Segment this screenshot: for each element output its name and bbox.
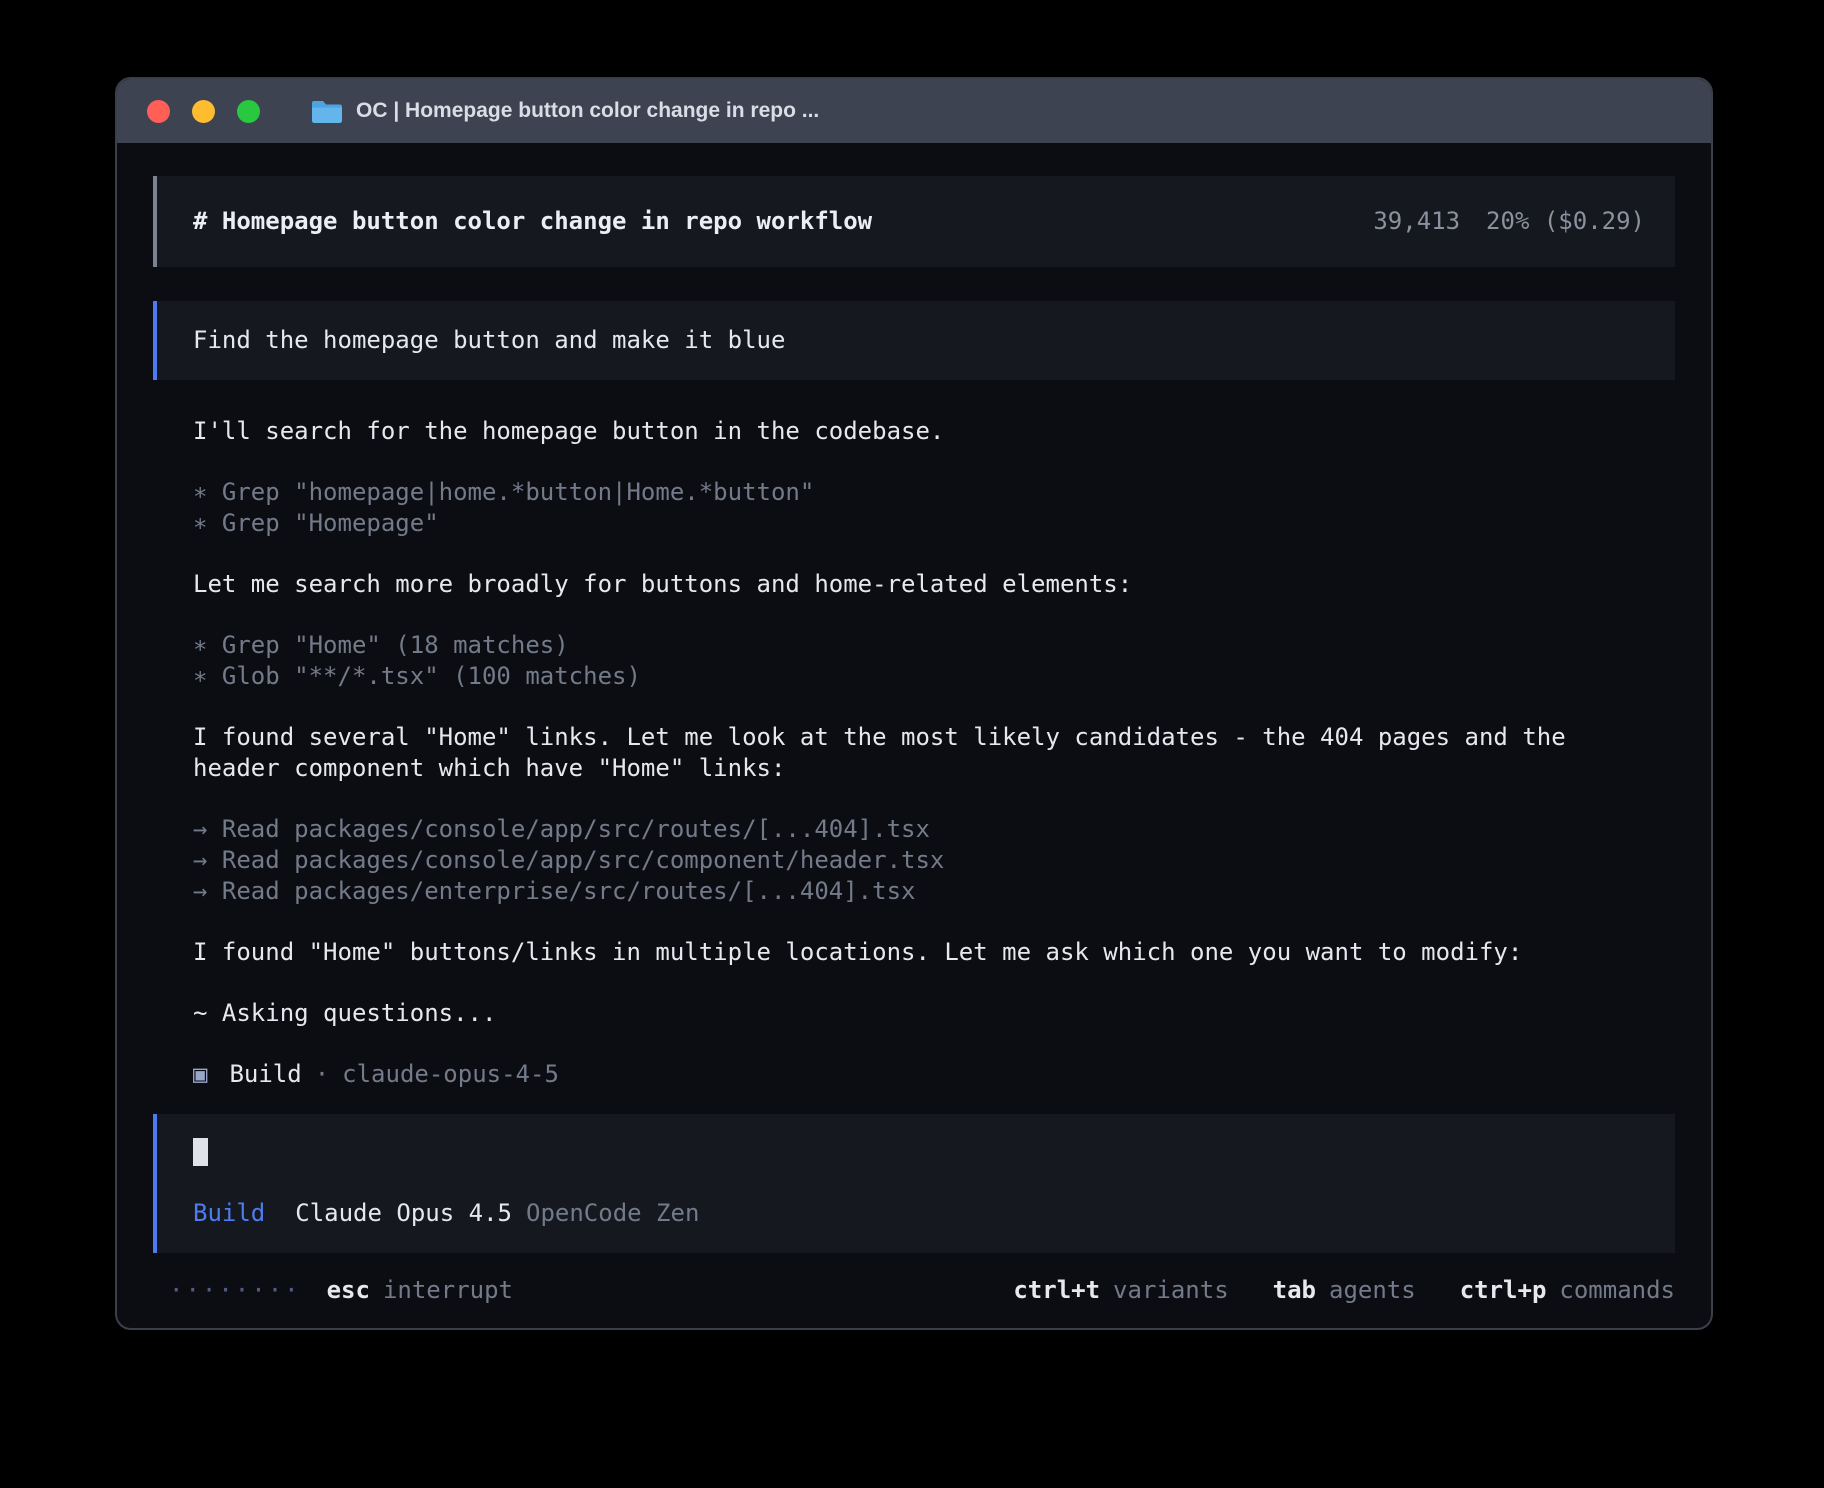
text-cursor xyxy=(193,1138,208,1166)
tool-call-group: ∗ Grep "Home" (18 matches) ∗ Glob "**/*.… xyxy=(153,630,1653,692)
terminal-window: OC | Homepage button color change in rep… xyxy=(115,77,1713,1330)
shortcut-esc: esc interrupt xyxy=(327,1275,513,1306)
agent-model: claude-opus-4-5 xyxy=(342,1059,559,1090)
session-header: # Homepage button color change in repo w… xyxy=(153,176,1675,267)
status-bar: ········ esc interrupt ctrl+t variants t… xyxy=(153,1275,1675,1306)
shortcut-agents: tab agents xyxy=(1273,1275,1416,1306)
session-stats: 39,413 20% ($0.29) xyxy=(1373,206,1645,237)
assistant-paragraph: I'll search for the homepage button in t… xyxy=(153,416,1653,447)
assistant-text: I found several "Home" links. Let me loo… xyxy=(193,722,1648,784)
tool-call-line: ∗ Grep "Homepage" xyxy=(193,508,1648,539)
assistant-paragraph: I found "Home" buttons/links in multiple… xyxy=(153,937,1653,968)
shortcut-label: agents xyxy=(1329,1275,1416,1306)
user-message-text: Find the homepage button and make it blu… xyxy=(193,326,785,354)
window-titlebar[interactable]: OC | Homepage button color change in rep… xyxy=(117,79,1711,143)
assistant-paragraph: I found several "Home" links. Let me loo… xyxy=(153,722,1653,784)
zoom-button[interactable] xyxy=(237,100,260,123)
tool-call-group: → Read packages/console/app/src/routes/[… xyxy=(153,814,1653,907)
shortcut-commands: ctrl+p commands xyxy=(1460,1275,1675,1306)
spinner-dots: ········ xyxy=(169,1275,301,1306)
shortcut-variants: ctrl+t variants xyxy=(1013,1275,1228,1306)
assistant-status-text: ~ Asking questions... xyxy=(193,998,1648,1029)
tool-call-line: ∗ Grep "homepage|home.*button|Home.*butt… xyxy=(193,477,1648,508)
status-right: ctrl+t variants tab agents ctrl+p comman… xyxy=(1013,1275,1675,1306)
input-model-label[interactable]: Claude Opus 4.5 xyxy=(295,1198,512,1229)
tool-call-line: → Read packages/console/app/src/componen… xyxy=(193,845,1648,876)
shortcut-key: esc xyxy=(327,1275,370,1306)
session-title: # Homepage button color change in repo w… xyxy=(193,206,872,237)
assistant-text: Let me search more broadly for buttons a… xyxy=(193,569,1648,600)
prompt-input[interactable]: Build Claude Opus 4.5 OpenCode Zen xyxy=(153,1114,1675,1253)
shortcut-key: ctrl+p xyxy=(1460,1275,1547,1306)
input-agent-label[interactable]: Build xyxy=(193,1198,265,1229)
tool-call-line: → Read packages/console/app/src/routes/[… xyxy=(193,814,1648,845)
input-provider-label: OpenCode Zen xyxy=(526,1198,699,1229)
dot-separator: · xyxy=(315,1059,329,1090)
tool-call-line: ∗ Grep "Home" (18 matches) xyxy=(193,630,1648,661)
terminal-content: # Homepage button color change in repo w… xyxy=(117,143,1711,1306)
shortcut-key: tab xyxy=(1273,1275,1316,1306)
shortcut-label: commands xyxy=(1559,1275,1675,1306)
agent-status-row: ▣ Build · claude-opus-4-5 xyxy=(153,1059,1675,1090)
shortcut-key: ctrl+t xyxy=(1013,1275,1100,1306)
assistant-paragraph: Let me search more broadly for buttons a… xyxy=(153,569,1653,600)
context-cost: 20% ($0.29) xyxy=(1486,206,1645,237)
tool-call-line: ∗ Glob "**/*.tsx" (100 matches) xyxy=(193,661,1648,692)
window-title: OC | Homepage button color change in rep… xyxy=(356,99,819,123)
input-meta-row: Build Claude Opus 4.5 OpenCode Zen xyxy=(193,1198,1645,1229)
status-left: ········ esc interrupt xyxy=(153,1275,513,1306)
minimize-button[interactable] xyxy=(192,100,215,123)
assistant-text: I'll search for the homepage button in t… xyxy=(193,416,1648,447)
tool-call-group: ∗ Grep "homepage|home.*button|Home.*butt… xyxy=(153,477,1653,539)
assistant-text: I found "Home" buttons/links in multiple… xyxy=(193,937,1648,968)
close-button[interactable] xyxy=(147,100,170,123)
tool-call-line: → Read packages/enterprise/src/routes/[.… xyxy=(193,876,1648,907)
token-count: 39,413 xyxy=(1373,206,1460,237)
folder-icon xyxy=(312,99,342,123)
assistant-status: ~ Asking questions... xyxy=(153,998,1653,1029)
agent-name: Build xyxy=(229,1059,301,1090)
traffic-lights xyxy=(147,100,260,123)
agent-square-icon: ▣ xyxy=(193,1059,207,1090)
shortcut-label: variants xyxy=(1113,1275,1229,1306)
shortcut-label: interrupt xyxy=(383,1275,513,1306)
user-message: Find the homepage button and make it blu… xyxy=(153,301,1675,380)
